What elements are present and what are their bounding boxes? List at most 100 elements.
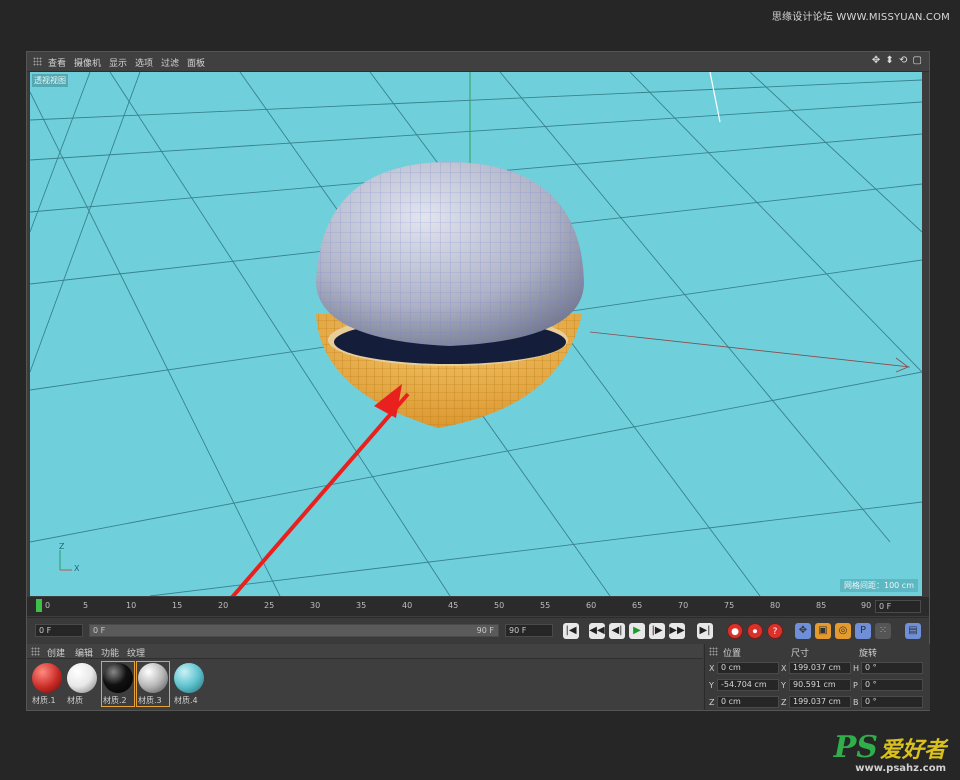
size-x-field[interactable]: 199.037 cm (789, 662, 851, 674)
timeline-tick: 60 (586, 601, 597, 610)
keyframe-selection-icon[interactable]: ? (767, 623, 783, 639)
menu-edit[interactable]: 编辑 (75, 646, 93, 659)
timeline-tick: 70 (678, 601, 689, 610)
goto-start-button[interactable]: |◀ (563, 623, 579, 639)
menu-function[interactable]: 功能 (101, 646, 119, 659)
rot-p-field[interactable]: 0 ° (861, 679, 923, 691)
material-label: 材质.4 (174, 696, 198, 705)
menu-camera[interactable]: 摄像机 (74, 56, 101, 69)
material-ball-grey (138, 663, 168, 693)
position-header: 位置 (723, 649, 742, 659)
menu-panel[interactable]: 面板 (187, 56, 205, 69)
axis-gizmo: Z X (56, 542, 86, 576)
pos-x-field[interactable]: 0 cm (717, 662, 779, 674)
timeline-tick: 40 (402, 601, 413, 610)
grid-spacing-info: 网格间距：100 cm (839, 579, 918, 592)
panel-grip-icon[interactable] (709, 647, 718, 656)
prev-frame-button[interactable]: ◀| (609, 623, 625, 639)
transport-bar: 0 F 0 F 90 F 90 F |◀ ◀◀ ◀| ▶ |▶ ▶▶ ▶| ● … (27, 617, 929, 644)
rot-axis-label: B (853, 698, 859, 707)
rot-axis-label: P (853, 681, 858, 690)
range-end-label: 90 F (476, 626, 494, 635)
rot-h-field[interactable]: 0 ° (861, 662, 923, 674)
material-swatch[interactable]: 材质.2 (101, 661, 135, 707)
cinema4d-window: 查看 摄像机 显示 选项 过滤 面板 ✥ ⬍ ⟲ ▢ 透视视图 网格间距：100… (26, 51, 930, 711)
size-y-field[interactable]: 90.591 cm (789, 679, 851, 691)
rotate-key-icon[interactable]: ◎ (835, 623, 851, 639)
watermark-top: 思缘设计论坛 WWW.MISSYUAN.COM (771, 12, 950, 23)
pos-axis-label: X (709, 664, 715, 673)
timeline-tick: 20 (218, 601, 229, 610)
playhead-marker[interactable] (36, 599, 42, 612)
material-swatch[interactable]: 材质.4 (173, 662, 205, 706)
menu-texture[interactable]: 纹理 (127, 646, 145, 659)
material-swatch[interactable]: 材质.1 (31, 662, 63, 706)
material-label: 材质.3 (138, 696, 162, 705)
menu-filter[interactable]: 过滤 (161, 56, 179, 69)
record-key-icon[interactable]: ● (727, 623, 743, 639)
next-frame-button[interactable]: |▶ (649, 623, 665, 639)
pos-y-field[interactable]: -54.704 cm (717, 679, 779, 691)
timeline-tick: 85 (816, 601, 827, 610)
timeline-tick: 35 (356, 601, 367, 610)
material-ball-cyan (174, 663, 204, 693)
menu-create[interactable]: 创建 (47, 646, 65, 659)
timeline-tick: 75 (724, 601, 735, 610)
pla-key-icon[interactable]: ⁙ (875, 623, 891, 639)
autokey-icon[interactable]: ⏺ (747, 623, 763, 639)
material-ball-red (32, 663, 62, 693)
goto-end-button[interactable]: ▶| (697, 623, 713, 639)
watermark-cn: 爱好者 (879, 737, 946, 763)
timeline-tick: 45 (448, 601, 459, 610)
frame-range-slider[interactable]: 0 F 90 F (89, 624, 499, 637)
upper-sphere (316, 162, 584, 364)
watermark-ps: PS (833, 730, 878, 765)
axis-z-label: Z (59, 542, 65, 551)
timeline-tick: 65 (632, 601, 643, 610)
panel-grip-icon[interactable] (31, 647, 40, 656)
range-start-label: 0 F (93, 626, 106, 635)
timeline-tick: 0 (45, 601, 51, 610)
max-frame-field[interactable]: 90 F (505, 624, 553, 637)
current-frame-field[interactable]: 0 F (35, 624, 83, 637)
pos-z-field[interactable]: 0 cm (717, 696, 779, 708)
timeline-tick: 25 (264, 601, 275, 610)
perspective-viewport[interactable]: 透视视图 网格间距：100 cm Z X (30, 72, 922, 596)
material-label: 材质 (67, 696, 83, 705)
next-key-button[interactable]: ▶▶ (669, 623, 685, 639)
size-axis-label: Y (781, 681, 786, 690)
rotation-header: 旋转 (859, 649, 878, 659)
material-label: 材质.1 (32, 696, 56, 705)
play-button[interactable]: ▶ (629, 623, 645, 639)
move-key-icon[interactable]: ✥ (795, 623, 811, 639)
rot-axis-label: H (853, 664, 860, 673)
timeline-ruler[interactable]: 0 5 10 15 20 25 30 35 40 45 50 55 60 65 … (27, 597, 929, 616)
pos-axis-label: Y (709, 681, 714, 690)
axis-x-label: X (74, 564, 80, 573)
material-ball-white (67, 663, 97, 693)
param-key-icon[interactable]: P (855, 623, 871, 639)
prev-key-button[interactable]: ◀◀ (589, 623, 605, 639)
material-ball-black (103, 663, 133, 693)
viewport-label: 透视视图 (32, 74, 68, 87)
end-frame-field[interactable]: 0 F (875, 600, 921, 613)
material-swatch[interactable]: 材质 (66, 662, 98, 706)
size-header: 尺寸 (791, 649, 810, 659)
menu-view[interactable]: 查看 (48, 56, 66, 69)
menu-display[interactable]: 显示 (109, 56, 127, 69)
timeline-tick: 55 (540, 601, 551, 610)
rot-b-field[interactable]: 0 ° (861, 696, 923, 708)
material-manager: 创建 编辑 功能 纹理 材质.1 材质 材质.2 材质.3 材质.4 (27, 644, 703, 710)
timeline-tick: 50 (494, 601, 505, 610)
menu-options[interactable]: 选项 (135, 56, 153, 69)
timeline-tick: 15 (172, 601, 183, 610)
scheme-icon[interactable]: ▤ (905, 623, 921, 639)
viewport-nav-icons[interactable]: ✥ ⬍ ⟲ ▢ (872, 55, 923, 66)
size-z-field[interactable]: 199.037 cm (789, 696, 851, 708)
material-swatch[interactable]: 材质.3 (136, 661, 170, 707)
panel-grip-icon[interactable] (33, 57, 42, 66)
coordinates-manager: 位置 尺寸 旋转 X 0 cm X 199.037 cm H 0 ° Y -54… (704, 644, 930, 710)
viewport-scene (30, 72, 922, 596)
scale-key-icon[interactable]: ▣ (815, 623, 831, 639)
material-menubar: 创建 编辑 功能 纹理 (27, 644, 703, 659)
